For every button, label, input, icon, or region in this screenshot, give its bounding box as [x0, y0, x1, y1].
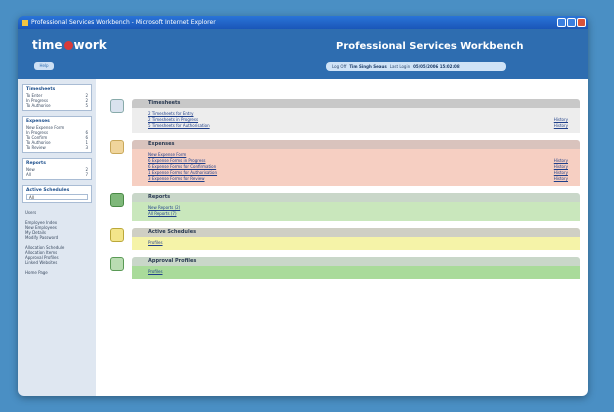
- browser-window: Professional Services Workbench - Micros…: [18, 16, 588, 396]
- section-link[interactable]: 5 Timesheets for Authorisation: [148, 123, 210, 129]
- reports-section: Reports New Reports (2) All Reports (7): [110, 193, 580, 221]
- schedules-icon: [110, 228, 124, 242]
- sidebar-item-label: All: [26, 172, 31, 177]
- login-bar: Log Off Tim Singh Seaus Last Login 05/05…: [326, 62, 506, 71]
- sidebar-item[interactable]: All 7: [26, 172, 88, 177]
- section-link[interactable]: All Reports (7): [148, 211, 177, 217]
- list-item: All Reports (7): [148, 211, 580, 217]
- sidebar-item[interactable]: To Authorise 5: [26, 103, 88, 108]
- history-link[interactable]: History: [554, 176, 568, 182]
- sidebar-title: Expenses: [26, 119, 50, 124]
- maximize-icon[interactable]: [567, 18, 576, 27]
- section-title: Timesheets: [132, 99, 580, 108]
- section-link[interactable]: Profiles: [148, 269, 163, 275]
- minimize-icon[interactable]: [557, 18, 566, 27]
- history-link[interactable]: History: [554, 123, 568, 129]
- sidebar-schedules: Active Schedules All: [22, 185, 92, 203]
- close-icon[interactable]: [577, 18, 586, 27]
- sidebar-item-label: To Review: [26, 145, 46, 150]
- section-title: Active Schedules: [132, 228, 580, 237]
- sidebar-title: Reports: [26, 161, 46, 166]
- timesheets-icon: [110, 99, 124, 113]
- page-title: Professional Services Workbench: [336, 41, 524, 52]
- last-login-label: Last Login: [389, 64, 411, 69]
- section-title: Approval Profiles: [132, 257, 580, 266]
- sidebar-link[interactable]: Home Page: [25, 270, 89, 275]
- sidebar-title: Active Schedules: [26, 188, 70, 193]
- window-title: Professional Services Workbench - Micros…: [31, 19, 216, 26]
- sidebar-links: Users Employee Index New Employees My De…: [22, 208, 92, 277]
- sidebar: Timesheets To Enter 2 In Progress 2 To Aut…: [18, 79, 96, 396]
- expenses-section: Expenses New Expense Form 6 Expense Form…: [110, 140, 580, 186]
- ie-icon: [22, 19, 28, 26]
- main-content: Timesheets 2 Timesheets for Entry 2 Time…: [96, 79, 588, 396]
- timesheets-section: Timesheets 2 Timesheets for Entry 2 Time…: [110, 99, 580, 133]
- reports-icon: [110, 193, 124, 207]
- logoff-link[interactable]: Log Off: [332, 64, 346, 69]
- logo-mark-icon: [63, 41, 73, 50]
- section-title: Expenses: [132, 140, 580, 149]
- approval-icon: [110, 257, 124, 271]
- sidebar-title: Timesheets: [26, 87, 56, 92]
- sidebar-item[interactable]: To Review 3: [26, 145, 88, 150]
- expenses-icon: [110, 140, 124, 154]
- sidebar-timesheets: Timesheets To Enter 2 In Progress 2 To Aut…: [22, 84, 92, 111]
- help-button[interactable]: Help: [34, 62, 54, 70]
- user-name: Tim Singh Seaus: [349, 64, 387, 69]
- schedule-select[interactable]: All: [26, 194, 88, 200]
- sidebar-reports: Reports New 2 All 7: [22, 158, 92, 180]
- list-item: Profiles: [148, 269, 580, 275]
- section-link[interactable]: 3 Expense Forms for Review: [148, 176, 205, 182]
- section-link[interactable]: Profiles: [148, 240, 163, 246]
- sidebar-expenses: Expenses New Expense Form In Progress 6 T…: [22, 116, 92, 153]
- list-item: Profiles: [148, 240, 580, 246]
- sidebar-item-count: 5: [85, 103, 88, 108]
- last-login-value: 05/05/2006 15:02:08: [413, 64, 460, 69]
- sidebar-item-count: 3: [85, 145, 88, 150]
- logo-left: time: [32, 38, 63, 52]
- list-item: 3 Expense Forms for Review History: [148, 176, 580, 182]
- logo: time work: [32, 38, 107, 52]
- app-header: time work Help Professional Services Work…: [18, 29, 588, 79]
- section-title: Reports: [132, 193, 580, 202]
- window-titlebar: Professional Services Workbench - Micros…: [18, 16, 588, 29]
- schedules-section: Active Schedules Profiles: [110, 228, 580, 250]
- sidebar-item-label: To Authorise: [26, 103, 51, 108]
- logo-right: work: [73, 38, 107, 52]
- sidebar-item-count: 7: [85, 172, 88, 177]
- list-item: 5 Timesheets for Authorisation History: [148, 123, 580, 129]
- approval-section: Approval Profiles Profiles: [110, 257, 580, 279]
